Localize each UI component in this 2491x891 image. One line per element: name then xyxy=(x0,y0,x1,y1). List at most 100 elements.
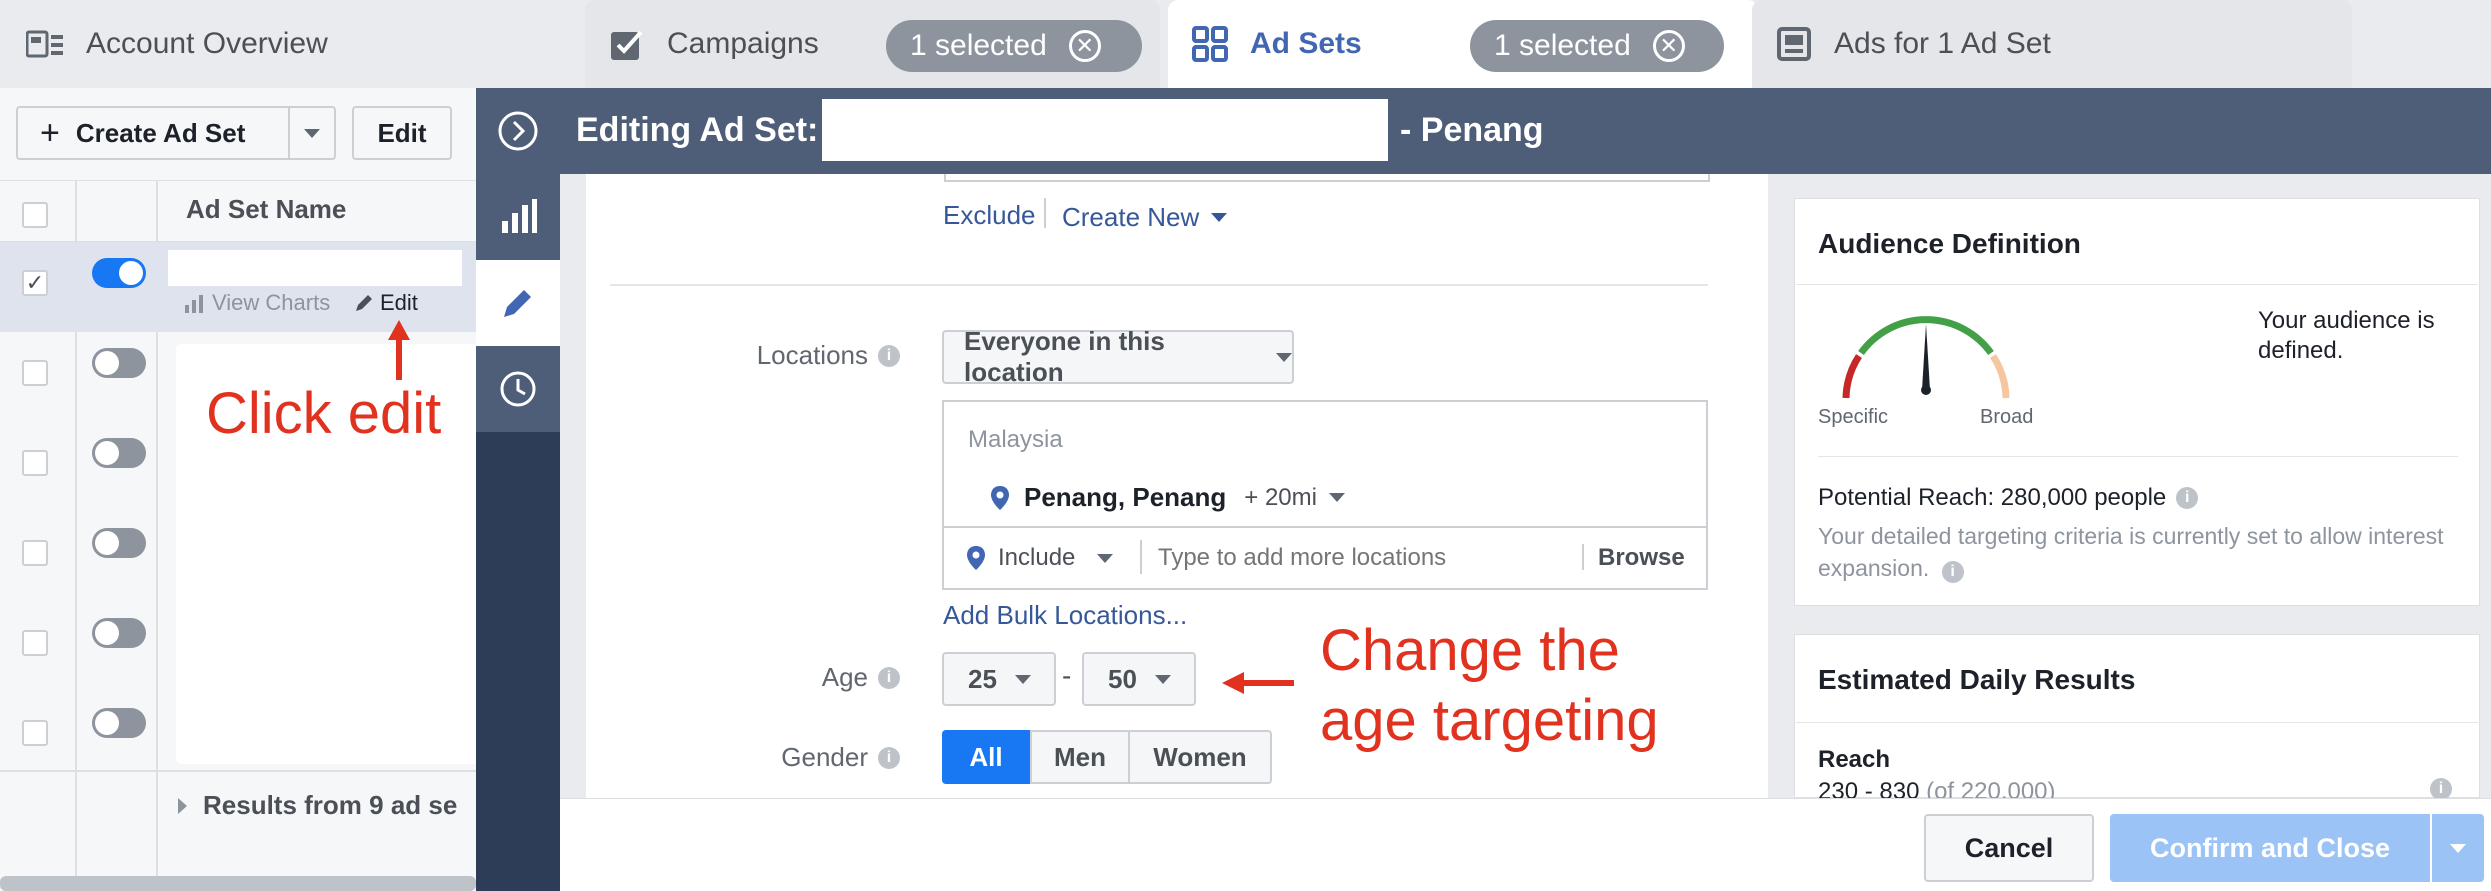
column-header-name[interactable]: Ad Set Name xyxy=(186,194,346,225)
modal-title-suffix: - Penang xyxy=(1400,111,1544,149)
redacted-adset-name xyxy=(822,99,1388,161)
tab-label: Campaigns xyxy=(667,27,819,60)
divider xyxy=(1044,198,1046,228)
edit-label: Edit xyxy=(380,290,418,315)
radius-label[interactable]: + 20mi xyxy=(1244,484,1317,512)
expansion-note-text: Your detailed targeting criteria is curr… xyxy=(1818,523,2444,581)
estimated-results-panel xyxy=(1794,634,2480,798)
chevron-circle-icon xyxy=(498,111,538,151)
view-charts-link[interactable]: View Charts xyxy=(184,290,330,316)
add-bulk-locations-link[interactable]: Add Bulk Locations... xyxy=(943,600,1187,631)
annotation-line: age targeting xyxy=(1320,688,1659,753)
divider xyxy=(288,108,290,158)
click-edit-annotation: Click edit xyxy=(206,381,442,446)
annotation-line: Change the xyxy=(1320,618,1620,683)
row-checkbox[interactable] xyxy=(22,720,48,746)
rail-edit[interactable] xyxy=(476,260,560,346)
edit-label: Edit xyxy=(377,117,427,148)
chevron-down-icon xyxy=(2450,843,2466,853)
row-checkbox[interactable] xyxy=(22,540,48,566)
age-min-dropdown[interactable]: 25 xyxy=(942,652,1056,706)
chevron-down-icon xyxy=(1276,352,1292,362)
info-icon[interactable]: i xyxy=(878,746,900,769)
row-checkbox[interactable] xyxy=(22,450,48,476)
exclude-link[interactable]: Exclude xyxy=(943,200,1036,231)
info-icon[interactable]: i xyxy=(878,344,900,367)
cancel-button[interactable]: Cancel xyxy=(1924,814,2094,882)
chevron-down-icon[interactable] xyxy=(304,129,320,138)
adsets-selected-pill[interactable]: 1 selected ✕ xyxy=(1470,20,1724,72)
divider xyxy=(1818,456,2458,457)
row-toggle[interactable] xyxy=(92,348,146,378)
location-mode-dropdown[interactable]: Everyone in this location xyxy=(942,326,1294,387)
location-name: Penang, Penang xyxy=(1024,482,1227,512)
info-icon[interactable]: i xyxy=(2176,487,2199,509)
info-icon[interactable]: i xyxy=(878,666,900,689)
confirm-and-close-button[interactable]: Confirm and Close xyxy=(2110,814,2430,882)
row-checkbox[interactable] xyxy=(22,630,48,656)
row-edit-link[interactable]: Edit xyxy=(354,290,418,316)
row-toggle[interactable] xyxy=(92,258,146,288)
pill-label: 1 selected xyxy=(910,29,1047,62)
location-pin-icon xyxy=(990,485,1010,511)
age-label: Age xyxy=(821,662,868,692)
gender-men-button[interactable]: Men xyxy=(1030,730,1130,784)
row-toggle[interactable] xyxy=(92,438,146,468)
results-label: Results from 9 ad se xyxy=(203,790,458,820)
rail-charts[interactable] xyxy=(476,174,560,260)
location-search-input[interactable] xyxy=(1156,538,1566,578)
gender-women-button[interactable]: Women xyxy=(1128,730,1272,784)
tab-account-overview[interactable]: Account Overview xyxy=(0,0,570,88)
divider xyxy=(1796,284,2478,285)
potential-reach: Potential Reach: 280,000 people xyxy=(1818,484,2167,511)
reach-label: Reach xyxy=(1818,746,1891,773)
audience-status: Your audience is defined. xyxy=(2258,307,2435,364)
edit-toolbar-button[interactable]: Edit xyxy=(352,106,452,160)
create-ad-set-button[interactable]: + Create Ad Set xyxy=(16,106,336,160)
row-checkbox[interactable] xyxy=(22,360,48,386)
chevron-right-icon xyxy=(178,797,187,814)
country-label: Malaysia xyxy=(968,426,1063,453)
chevron-down-icon[interactable] xyxy=(1328,493,1345,502)
clear-icon[interactable]: ✕ xyxy=(1652,30,1685,62)
results-summary[interactable]: Results from 9 ad se xyxy=(178,790,457,821)
tab-ads[interactable]: Ads for 1 Ad Set xyxy=(1752,0,2352,88)
browse-button[interactable]: Browse xyxy=(1598,544,1685,572)
arrow-up-annotation xyxy=(386,318,412,382)
confirm-options-button[interactable] xyxy=(2432,814,2484,882)
audience-title: Audience Definition xyxy=(1818,228,2081,259)
grid-icon xyxy=(1192,26,1228,62)
row-toggle[interactable] xyxy=(92,618,146,648)
previous-input-edge xyxy=(944,174,1710,182)
chevron-down-icon xyxy=(1097,553,1114,563)
horizontal-scrollbar[interactable] xyxy=(0,876,476,891)
selected-location[interactable]: Penang, Penang + 20mi xyxy=(990,482,1345,513)
pill-label: 1 selected xyxy=(1494,29,1631,62)
info-icon[interactable]: i xyxy=(1941,561,1964,583)
clock-icon xyxy=(500,371,536,407)
gender-all-button[interactable]: All xyxy=(942,730,1030,784)
rail-history[interactable] xyxy=(476,346,560,432)
row-checkbox[interactable]: ✓ xyxy=(22,270,48,296)
divider xyxy=(944,526,1706,528)
bar-chart-icon xyxy=(502,199,537,233)
clear-icon[interactable]: ✕ xyxy=(1068,30,1101,62)
info-icon[interactable]: i xyxy=(2430,778,2452,800)
include-dropdown[interactable]: Include xyxy=(966,544,1114,572)
age-max-value: 50 xyxy=(1108,663,1137,694)
row-toggle[interactable] xyxy=(92,708,146,738)
divider xyxy=(1796,722,2478,723)
view-charts-label: View Charts xyxy=(212,290,331,315)
arrow-left-annotation xyxy=(1220,670,1296,696)
tab-label: Account Overview xyxy=(86,27,328,60)
chevron-down-icon xyxy=(1014,674,1031,684)
gender-label-row: Gender i xyxy=(700,742,900,773)
campaigns-selected-pill[interactable]: 1 selected ✕ xyxy=(886,20,1142,72)
collapse-button[interactable] xyxy=(476,88,560,174)
create-new-dropdown[interactable]: Create New xyxy=(1062,202,1228,233)
pencil-icon xyxy=(354,293,374,313)
row-toggle[interactable] xyxy=(92,528,146,558)
create-label: Create Ad Set xyxy=(75,117,246,148)
select-all-checkbox[interactable] xyxy=(22,202,48,228)
age-max-dropdown[interactable]: 50 xyxy=(1082,652,1196,706)
